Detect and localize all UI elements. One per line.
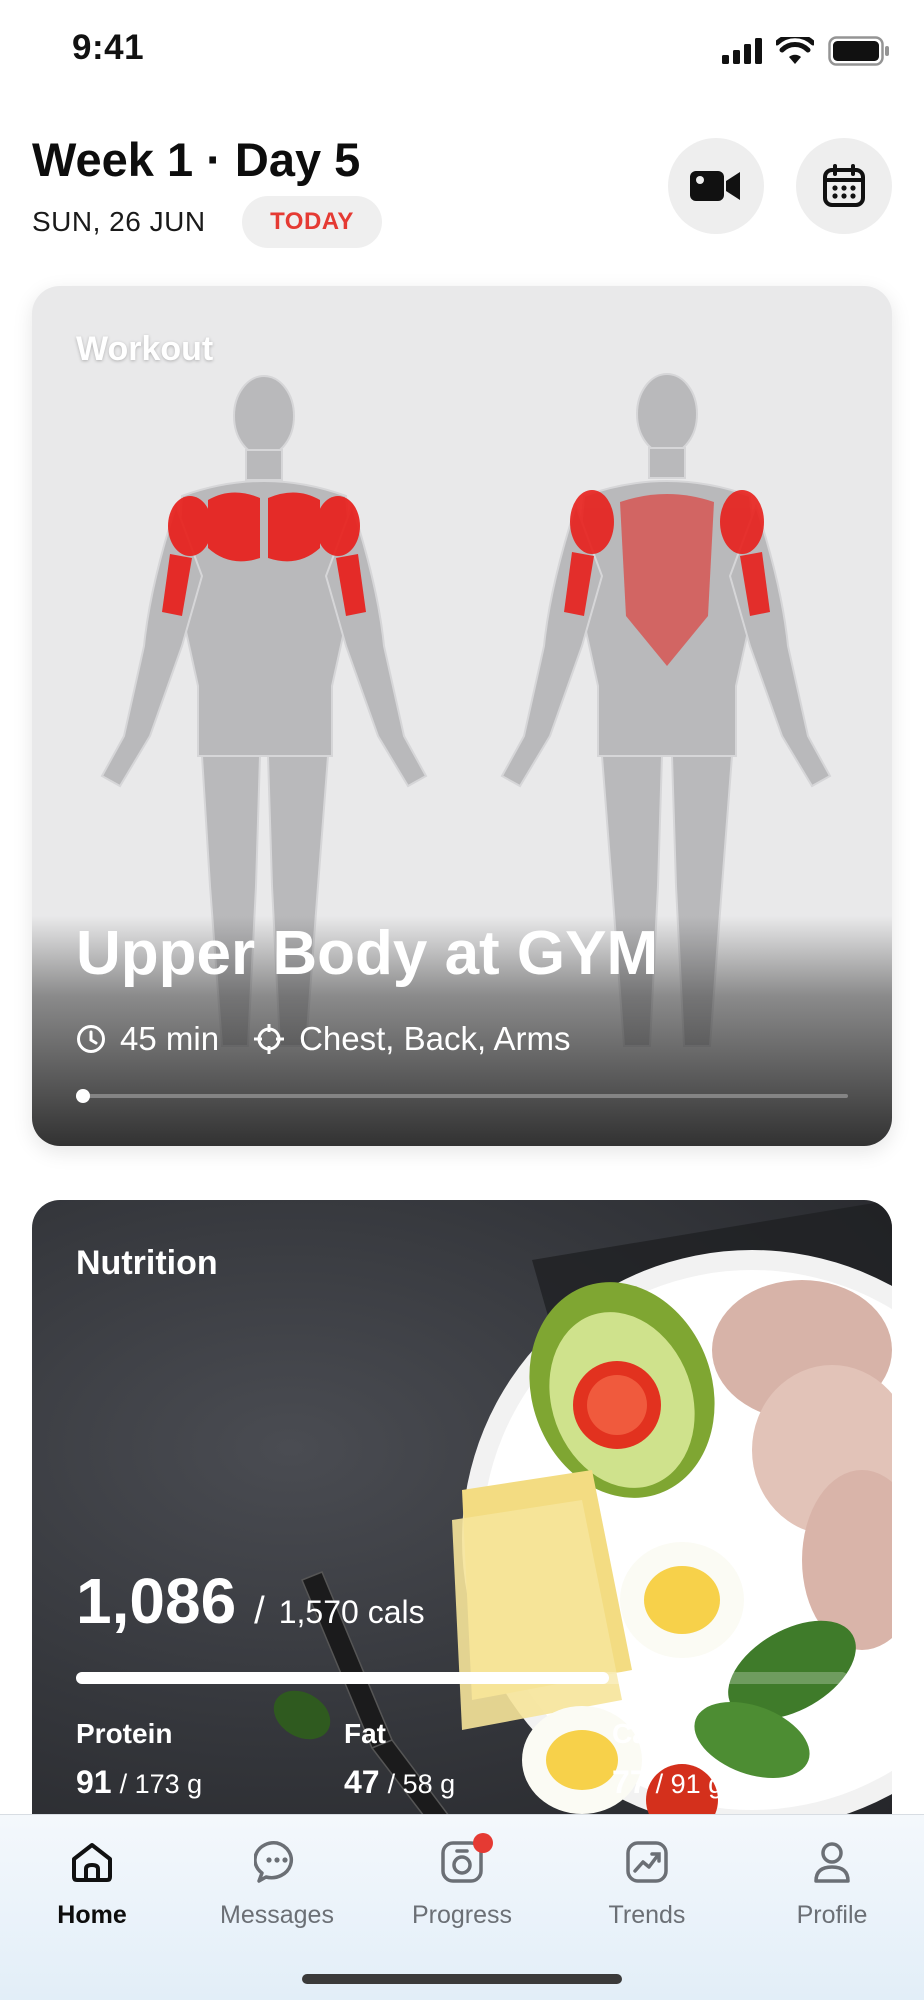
- tab-icon-wrap: [624, 1835, 670, 1889]
- macro-amount: 77: [612, 1764, 648, 1800]
- macro-goal: / 173 g: [119, 1769, 203, 1799]
- macro-value: 77 / 91 g: [612, 1764, 723, 1801]
- tab-icon-wrap: [254, 1835, 300, 1889]
- nutrition-card[interactable]: Nutrition 1,086 / 1,570 cals Protein 91 …: [32, 1200, 892, 1820]
- tab-trends[interactable]: Trends: [555, 1815, 739, 1945]
- tab-label: Profile: [796, 1901, 868, 1929]
- tab-icon-wrap: [69, 1835, 115, 1889]
- workout-progress-knob: [76, 1089, 90, 1103]
- calorie-summary: 1,086 / 1,570 cals: [76, 1564, 425, 1638]
- battery-icon: [828, 36, 889, 66]
- workout-title: Upper Body at GYM: [76, 919, 659, 988]
- tab-bar: Home Messages Progress Trends Profile: [0, 1814, 924, 2000]
- workout-targets: Chest, Back, Arms: [253, 1020, 570, 1058]
- macro-goal: / 91 g: [655, 1769, 724, 1799]
- macro-name: Protein: [76, 1718, 173, 1749]
- calories-separator: /: [254, 1590, 265, 1632]
- calendar-icon: [823, 164, 865, 207]
- calendar-button[interactable]: [796, 138, 892, 234]
- target-icon: [254, 1024, 285, 1054]
- macro-carbs: Carbs 77 / 91 g: [612, 1718, 723, 1801]
- signal-icon: [722, 38, 762, 64]
- status-icons: [722, 36, 890, 66]
- calories-eaten: 1,086: [76, 1565, 237, 1637]
- page-title: Week 1 · Day 5: [32, 133, 361, 186]
- chat-icon: [254, 1841, 294, 1883]
- calories-goal: 1,570 cals: [278, 1594, 425, 1630]
- header-date: SUN, 26 JUN: [32, 206, 206, 237]
- calorie-progress-fill: [76, 1672, 609, 1684]
- targets-text: Chest, Back, Arms: [299, 1020, 571, 1057]
- macro-name: Carbs: [612, 1718, 692, 1749]
- macro-protein: Protein 91 / 173 g: [76, 1718, 202, 1801]
- tab-home[interactable]: Home: [0, 1815, 184, 1945]
- tab-progress[interactable]: Progress: [370, 1815, 554, 1945]
- today-badge[interactable]: TODAY: [242, 196, 382, 248]
- duration-text: 45 min: [120, 1020, 220, 1057]
- tab-label: Home: [57, 1901, 127, 1929]
- workout-meta: 45 min Chest, Back, Arms: [76, 1020, 604, 1058]
- tab-icon-wrap: [809, 1835, 855, 1889]
- tab-label: Trends: [608, 1901, 686, 1929]
- tab-icon-wrap: [439, 1833, 493, 1889]
- tab-messages[interactable]: Messages: [185, 1815, 369, 1945]
- nutrition-label: Nutrition: [76, 1244, 218, 1282]
- calorie-progress-bar: [76, 1672, 848, 1684]
- workout-label: Workout: [76, 330, 214, 368]
- macro-name: Fat: [344, 1718, 386, 1749]
- home-icon: [72, 1843, 112, 1882]
- workout-progress-bar: [76, 1089, 848, 1103]
- macro-value: 47 / 58 g: [344, 1764, 455, 1801]
- macro-amount: 47: [344, 1764, 380, 1800]
- trend-chart-icon: [626, 1841, 668, 1883]
- macro-amount: 91: [76, 1764, 112, 1800]
- notification-dot: [473, 1833, 493, 1853]
- tab-profile[interactable]: Profile: [740, 1815, 924, 1945]
- status-bar: 9:41: [0, 0, 924, 100]
- workout-card[interactable]: Workout Upper Body at GYM 45 min Chest, …: [32, 286, 892, 1146]
- status-time: 9:41: [72, 28, 145, 67]
- clock-icon: [77, 1025, 105, 1053]
- tab-label: Progress: [411, 1901, 513, 1929]
- macro-fat: Fat 47 / 58 g: [344, 1718, 455, 1801]
- home-indicator: [302, 1974, 622, 1984]
- person-icon: [814, 1842, 850, 1883]
- macro-goal: / 58 g: [387, 1769, 456, 1799]
- workout-duration: 45 min: [76, 1020, 219, 1058]
- macro-value: 91 / 173 g: [76, 1764, 202, 1801]
- wifi-icon: [776, 37, 814, 64]
- video-button[interactable]: [668, 138, 764, 234]
- video-camera-icon: [690, 171, 740, 201]
- tab-label: Messages: [220, 1901, 334, 1929]
